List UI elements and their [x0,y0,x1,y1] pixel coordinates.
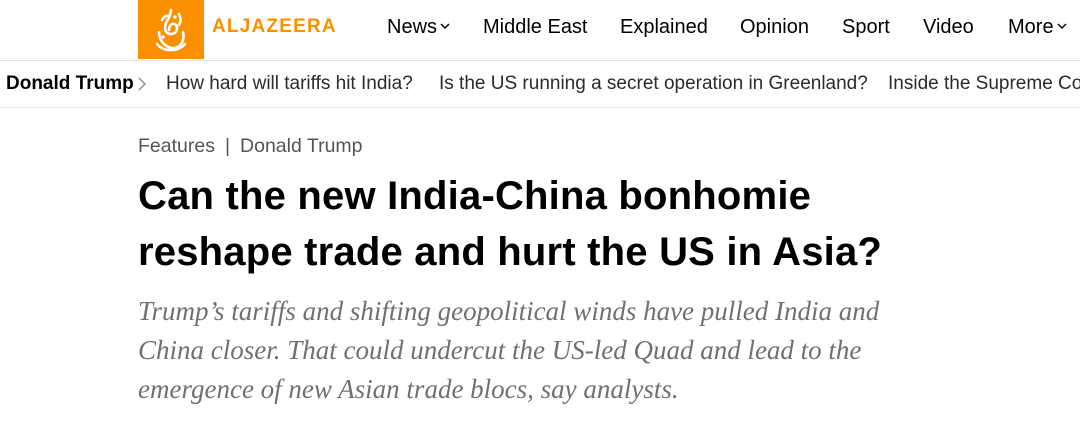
standfirst-line: emergence of new Asian trade blocs, say … [138,374,679,404]
trending-link[interactable]: How hard will tariffs hit India? [166,72,413,96]
nav-item-label: Opinion [740,16,809,38]
nav-item-label: Video [923,16,974,38]
chevron-down-icon [1057,23,1067,30]
breadcrumb-divider: | [224,135,231,157]
nav-item-label: Sport [842,16,890,38]
nav-item-more[interactable]: More [1008,14,1067,40]
nav-item-label: News [387,16,438,38]
article-headline: Can the new India-China bonhomie reshape… [138,168,978,280]
trending-link[interactable]: Inside the Supreme Court [888,72,1080,96]
trending-topic-link[interactable]: Donald Trump [6,72,134,96]
breadcrumb: Features | Donald Trump [138,133,363,159]
chevron-down-icon [440,23,450,30]
page: ALJAZEERA News Middle East Explained Opi… [0,0,1080,422]
article-standfirst: Trump’s tariffs and shifting geopolitica… [138,292,998,409]
nav-item-label: Middle East [483,16,588,38]
standfirst-line: China closer. That could undercut the US… [138,335,862,365]
chevron-right-icon [138,77,147,91]
calligraphy-logo-icon [155,8,187,51]
nav-item-video[interactable]: Video [923,14,974,40]
headline-line: reshape trade and hurt the US in Asia? [138,230,883,274]
nav-item-middle-east[interactable]: Middle East [483,14,588,40]
nav-item-explained[interactable]: Explained [620,14,708,40]
standfirst-line: Trump’s tariffs and shifting geopolitica… [138,296,880,326]
nav-item-news[interactable]: News [387,14,450,40]
nav-item-sport[interactable]: Sport [842,14,890,40]
brand-wordmark[interactable]: ALJAZEERA [212,16,337,38]
trending-bar: Donald Trump How hard will tariffs hit I… [0,61,1080,108]
site-header: ALJAZEERA News Middle East Explained Opi… [0,0,1080,61]
nav-item-opinion[interactable]: Opinion [740,14,809,40]
nav-item-label: Explained [620,16,708,38]
trending-link[interactable]: Is the US running a secret operation in … [439,72,868,96]
breadcrumb-features[interactable]: Features [138,135,215,157]
aljazeera-logo[interactable] [138,0,204,59]
headline-line: Can the new India-China bonhomie [138,174,812,218]
breadcrumb-donald-trump[interactable]: Donald Trump [240,135,362,157]
nav-item-label: More [1008,16,1054,38]
